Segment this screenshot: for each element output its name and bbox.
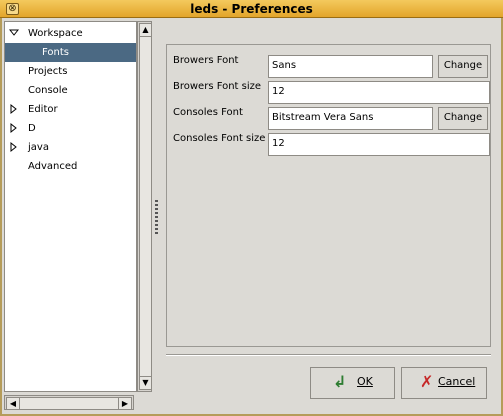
scroll-right-button[interactable]: ▶ — [118, 397, 132, 410]
scroll-left-button[interactable]: ◀ — [6, 397, 20, 410]
pane-resize-handle[interactable] — [155, 200, 158, 236]
tree-item[interactable]: Workspace — [5, 24, 136, 43]
separator — [166, 354, 491, 356]
consoles-font-size-field[interactable]: 12 — [268, 133, 490, 156]
consoles-font-change-button[interactable]: Change — [438, 107, 488, 130]
cancel-button[interactable]: ✗ Cancel — [401, 367, 487, 399]
cancel-label: Cancel — [438, 375, 476, 388]
scroll-down-button[interactable]: ▼ — [139, 376, 152, 390]
tree-item[interactable]: D — [5, 119, 136, 138]
expander-right-icon[interactable] — [9, 119, 19, 138]
checkmark-arrow-icon: ↲ — [333, 372, 347, 391]
tree-item-label: Console — [28, 85, 68, 96]
consoles-font-size-label: Consoles Font size — [173, 133, 266, 144]
tree-item-label: D — [28, 123, 36, 134]
expander-right-icon[interactable] — [9, 138, 19, 157]
tree-item-label: Editor — [28, 104, 58, 115]
tree-item-label: java — [28, 142, 49, 153]
tree-item-label: Fonts — [42, 47, 69, 58]
ok-label: OK — [357, 375, 373, 388]
browsers-font-label: Browers Font — [173, 55, 239, 66]
tree-item[interactable]: Fonts — [5, 43, 136, 62]
expander-down-icon[interactable] — [8, 24, 20, 43]
consoles-font-label: Consoles Font — [173, 107, 243, 118]
scroll-thumb[interactable] — [19, 397, 121, 410]
browsers-font-size-field[interactable]: 12 — [268, 81, 490, 104]
x-cross-icon: ✗ — [420, 372, 434, 391]
tree-item-label: Advanced — [28, 161, 78, 172]
tree-item[interactable]: Advanced — [5, 157, 136, 176]
tree-horizontal-scrollbar[interactable]: ◀ ▶ — [4, 395, 134, 410]
expander-right-icon[interactable] — [9, 100, 19, 119]
tree-item-label: Workspace — [28, 28, 83, 39]
consoles-font-field[interactable]: Bitstream Vera Sans — [268, 107, 433, 130]
browsers-font-field[interactable]: Sans — [268, 55, 433, 78]
browsers-font-change-button[interactable]: Change — [438, 55, 488, 78]
tree-item[interactable]: Projects — [5, 62, 136, 81]
tree-item[interactable]: java — [5, 138, 136, 157]
tree-item[interactable]: Editor — [5, 100, 136, 119]
scroll-thumb[interactable] — [139, 36, 152, 378]
fonts-settings-panel: Browers Font Sans Change Browers Font si… — [166, 44, 491, 347]
browsers-font-size-label: Browers Font size — [173, 81, 262, 92]
preferences-tree[interactable]: Workspace Fonts Projects Console Editor Djava… — [4, 21, 137, 392]
tree-item-label: Projects — [28, 66, 68, 77]
ok-button[interactable]: ↲ OK — [310, 367, 395, 399]
window-title: leds - Preferences — [190, 2, 313, 16]
scroll-up-button[interactable]: ▲ — [139, 23, 152, 37]
tree-vertical-scrollbar[interactable]: ▲ ▼ — [137, 21, 152, 392]
close-icon[interactable]: ⊗ — [6, 3, 19, 15]
tree-item[interactable]: Console — [5, 81, 136, 100]
